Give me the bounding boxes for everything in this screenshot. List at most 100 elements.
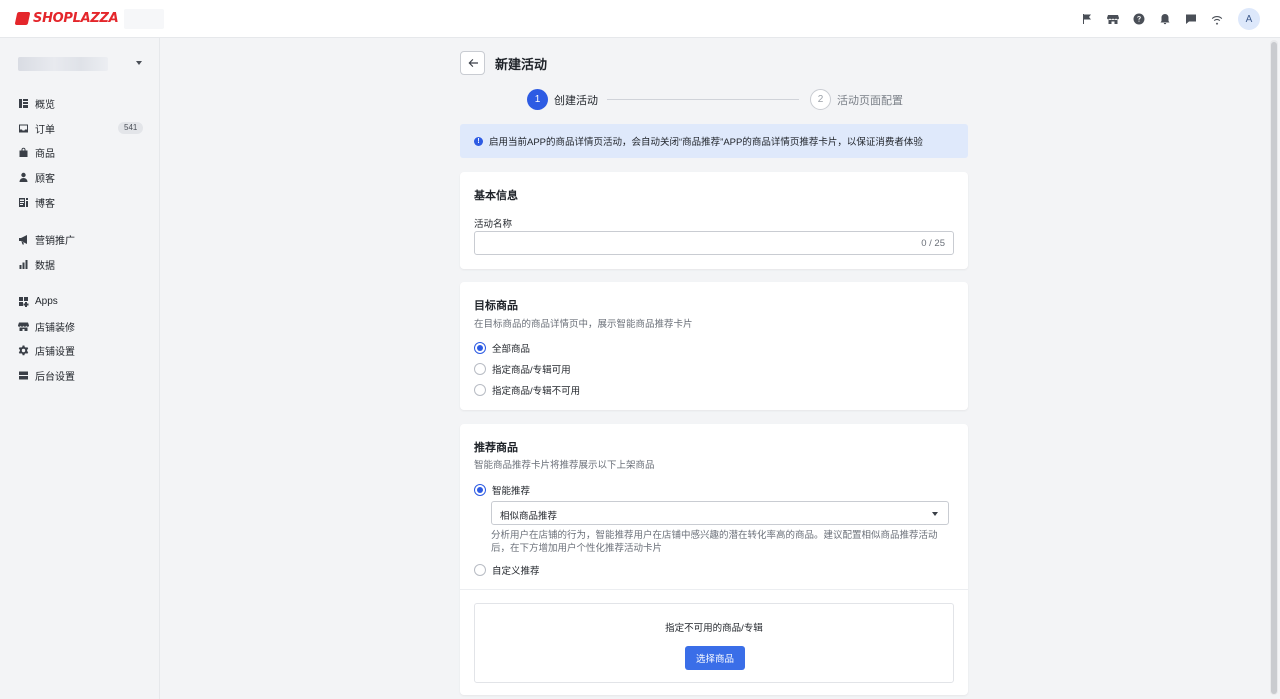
page-header: 新建活动	[460, 51, 547, 75]
radio-custom-recommend[interactable]: 自定义推荐	[474, 563, 540, 577]
info-icon: !	[474, 136, 483, 146]
sidebar-item-customers[interactable]: 顾客	[0, 165, 160, 190]
message-icon[interactable]	[1178, 0, 1204, 38]
step-create-activity: 1 创建活动	[527, 89, 598, 110]
section-title: 目标商品	[474, 300, 518, 312]
caret-down-icon	[932, 512, 938, 516]
info-alert: ! 启用当前APP的商品详情页活动，会自动关闭“商品推荐”APP的商品详情页推荐…	[460, 124, 968, 158]
sidebar-item-label: 顾客	[35, 173, 55, 185]
nav-group-main: 概览 订单 541 商品 顾客 博客	[0, 91, 160, 214]
radio-button	[474, 384, 486, 396]
person-icon	[19, 172, 28, 182]
logo-mark-icon	[14, 12, 31, 25]
radio-specified-unavailable[interactable]: 指定商品/专辑不可用	[474, 383, 580, 397]
radio-specified-available[interactable]: 指定商品/专辑可用	[474, 362, 571, 376]
sidebar-item-label: 数据	[35, 260, 55, 272]
nav-group-growth: 营销推广 数据	[0, 227, 160, 276]
orders-count-badge: 541	[118, 121, 144, 134]
step-connector	[607, 99, 799, 100]
sidebar-item-blog[interactable]: 博客	[0, 190, 160, 215]
caret-down-icon	[136, 61, 142, 65]
brand-logo[interactable]: SHOPLAZZA	[14, 8, 165, 29]
scrollbar-thumb[interactable]	[1271, 42, 1277, 694]
sidebar-item-label: 营销推广	[35, 235, 75, 247]
megaphone-icon	[19, 234, 27, 245]
step-label: 活动页面配置	[837, 94, 903, 107]
sidebar-item-label: 订单	[35, 124, 55, 136]
sidebar: 概览 订单 541 商品 顾客 博客 营销推广 数据 Apps 店铺装修 店铺设…	[0, 38, 160, 699]
top-actions: A	[1074, 0, 1260, 38]
stepper: 1 创建活动 2 活动页面配置	[527, 89, 907, 110]
basic-info-card: 基本信息 活动名称 0 / 25	[460, 172, 968, 269]
sidebar-item-label: 店铺装修	[35, 322, 75, 334]
char-counter: 0 / 25	[921, 238, 945, 249]
flag-icon[interactable]	[1074, 0, 1100, 38]
bar-chart-icon	[19, 259, 28, 269]
select-value: 相似商品推荐	[500, 511, 558, 522]
page-title: 新建活动	[495, 56, 548, 72]
section-subtitle: 在目标商品的商品详情页中，展示智能商品推荐卡片	[474, 319, 693, 330]
activity-name-input[interactable]: 0 / 25	[474, 231, 954, 255]
sidebar-item-marketing[interactable]: 营销推广	[0, 227, 160, 252]
select-products-button[interactable]: 选择商品	[685, 646, 745, 670]
excluded-products-title: 指定不可用的商品/专辑	[665, 623, 763, 634]
excluded-products-box: 指定不可用的商品/专辑 选择商品	[474, 603, 954, 683]
sidebar-item-admin-settings[interactable]: 后台设置	[0, 363, 160, 388]
radio-button	[474, 484, 486, 496]
alert-text: 启用当前APP的商品详情页活动，会自动关闭“商品推荐”APP的商品详情页推荐卡片…	[489, 137, 923, 148]
avatar[interactable]: A	[1238, 8, 1260, 30]
sidebar-item-overview[interactable]: 概览	[0, 91, 160, 116]
sidebar-item-orders[interactable]: 订单 541	[0, 116, 160, 141]
radio-label: 指定商品/专辑可用	[492, 365, 571, 376]
radio-all-products[interactable]: 全部商品	[474, 341, 530, 355]
recommend-type-select[interactable]: 相似商品推荐	[491, 501, 949, 525]
radio-button	[474, 363, 486, 375]
smart-recommend-hint: 分析用户在店铺的行为，智能推荐用户在店铺中感兴趣的潜在转化率高的商品。建议配置相…	[491, 530, 938, 554]
sidebar-item-apps[interactable]: Apps	[0, 289, 160, 314]
field-label: 活动名称	[474, 219, 513, 230]
sidebar-item-store-settings[interactable]: 店铺设置	[0, 338, 160, 363]
bag-icon	[19, 147, 28, 158]
radio-label: 智能推荐	[492, 486, 531, 497]
radio-smart-recommend[interactable]: 智能推荐	[474, 483, 530, 497]
sidebar-item-label: 后台设置	[35, 371, 75, 383]
store-switcher[interactable]	[18, 56, 142, 72]
blog-icon	[19, 197, 28, 207]
server-icon	[19, 371, 28, 380]
sidebar-item-store-design[interactable]: 店铺装修	[0, 314, 160, 339]
radio-label: 自定义推荐	[492, 566, 540, 577]
radio-button	[474, 564, 486, 576]
sidebar-item-label: 店铺设置	[35, 347, 75, 359]
store-icon[interactable]	[1100, 0, 1126, 38]
sidebar-item-label: 概览	[35, 99, 55, 111]
sidebar-item-label: 商品	[35, 149, 55, 161]
storefront-icon	[18, 322, 29, 331]
recommend-products-card: 推荐商品 智能商品推荐卡片将推荐展示以下上架商品 智能推荐 相似商品推荐 分析用…	[460, 424, 968, 695]
section-subtitle: 智能商品推荐卡片将推荐展示以下上架商品	[474, 460, 655, 471]
section-title: 基本信息	[474, 190, 518, 202]
apps-icon	[19, 296, 29, 307]
step-number: 2	[810, 89, 831, 110]
brand-name: SHOPLAZZA	[33, 11, 119, 26]
wifi-icon[interactable]	[1204, 0, 1230, 38]
sidebar-item-products[interactable]: 商品	[0, 140, 160, 165]
sidebar-item-label: Apps	[35, 295, 58, 307]
step-page-config: 2 活动页面配置	[810, 89, 903, 110]
gear-icon	[18, 345, 29, 356]
back-button[interactable]	[460, 51, 485, 75]
overview-icon	[19, 98, 28, 108]
store-name-placeholder	[18, 57, 108, 71]
logo-placeholder	[124, 8, 165, 29]
sidebar-item-analytics[interactable]: 数据	[0, 252, 160, 277]
top-bar: SHOPLAZZA A	[0, 0, 1280, 38]
arrow-left-icon	[468, 59, 478, 67]
bell-icon[interactable]	[1152, 0, 1178, 38]
help-icon[interactable]	[1126, 0, 1152, 38]
nav-group-settings: Apps 店铺装修 店铺设置 后台设置	[0, 289, 160, 388]
sidebar-item-label: 博客	[35, 198, 55, 210]
radio-button	[474, 342, 486, 354]
radio-label: 全部商品	[492, 344, 531, 355]
page-scrollbar[interactable]	[1270, 40, 1278, 695]
section-title: 推荐商品	[474, 442, 518, 454]
radio-label: 指定商品/专辑不可用	[492, 386, 581, 397]
